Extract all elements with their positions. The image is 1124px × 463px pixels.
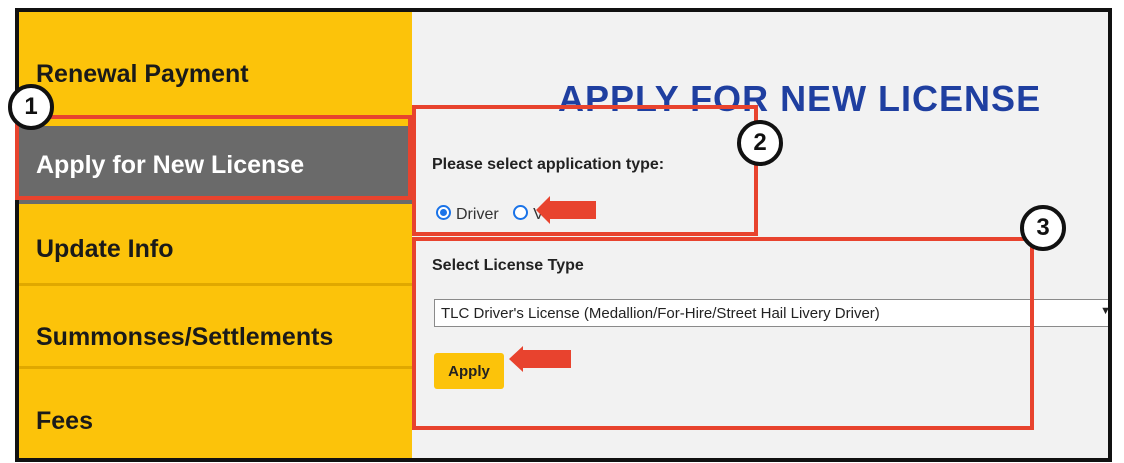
callout-badge-2: 2: [737, 120, 783, 166]
chevron-down-icon: ▼: [1100, 305, 1111, 317]
sidebar-item-fees[interactable]: Fees: [19, 369, 412, 458]
highlight-box-license-type: [412, 237, 1034, 430]
sidebar-item-label: Fees: [36, 407, 93, 435]
sidebar-item-summonses-settlements[interactable]: Summonses/Settlements: [19, 286, 412, 366]
sidebar-item-update-info[interactable]: Update Info: [19, 208, 412, 283]
sidebar: Renewal Payment Apply for New License Up…: [19, 12, 412, 458]
sidebar-item-label: Summonses/Settlements: [36, 323, 334, 351]
sidebar-item-label: Update Info: [36, 235, 174, 263]
sidebar-item-label: Renewal Payment: [36, 60, 249, 88]
highlight-box-sidebar: [15, 115, 412, 200]
callout-badge-3: 3: [1020, 205, 1066, 251]
arrow-left-icon: [509, 346, 571, 372]
arrow-left-icon: [536, 196, 596, 224]
sidebar-item-renewal-payment[interactable]: Renewal Payment: [19, 12, 412, 122]
callout-badge-1: 1: [8, 84, 54, 130]
